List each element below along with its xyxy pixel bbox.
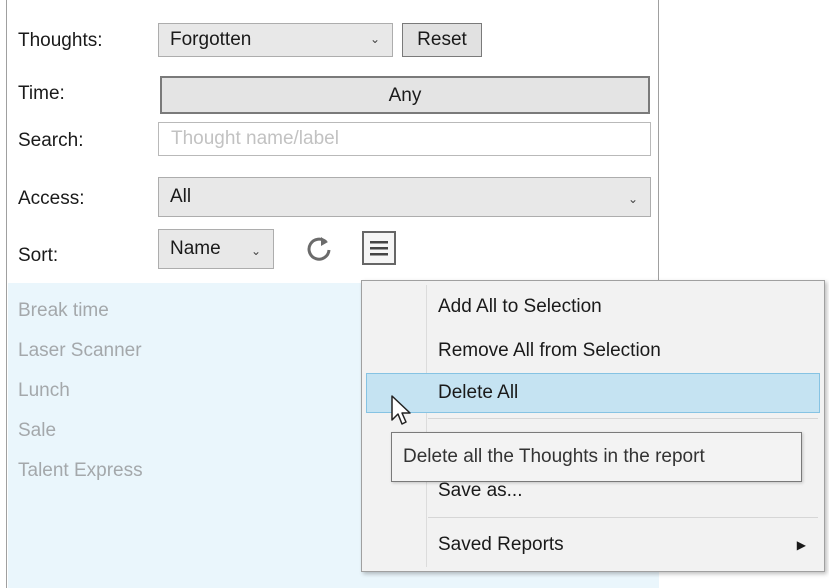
refresh-icon [307, 237, 331, 261]
menu-item-add-all[interactable]: Add All to Selection [366, 287, 820, 327]
refresh-button[interactable] [304, 234, 334, 264]
time-button[interactable]: Any [160, 76, 650, 114]
menu-item-saved-reports[interactable]: Saved Reports ▶ [366, 525, 820, 565]
thoughts-select[interactable]: Forgotten ⌄ [158, 23, 393, 57]
access-label: Access: [18, 188, 85, 209]
context-menu: Add All to Selection Remove All from Sel… [361, 280, 825, 572]
menu-separator [428, 418, 818, 419]
access-select[interactable]: All ⌄ [158, 177, 651, 217]
tooltip: Delete all the Thoughts in the report [391, 432, 802, 482]
reset-button[interactable]: Reset [402, 23, 482, 57]
time-label: Time: [18, 83, 65, 104]
menu-item-remove-all[interactable]: Remove All from Selection [366, 331, 820, 371]
list-item[interactable]: Sale [18, 419, 56, 443]
menu-item-delete-all[interactable]: Delete All [366, 373, 820, 413]
thoughts-label: Thoughts: [18, 30, 103, 51]
chevron-down-icon: ⌄ [627, 192, 638, 206]
search-input[interactable]: Thought name/label [158, 122, 651, 156]
sort-select-value: Name [170, 238, 221, 259]
menu-item-saved-reports-label: Saved Reports [438, 534, 564, 555]
chevron-down-icon: ⌄ [369, 32, 380, 46]
access-select-value: All [170, 186, 192, 207]
list-item[interactable]: Talent Express [18, 459, 143, 483]
search-label: Search: [18, 130, 84, 151]
chevron-down-icon: ⌄ [250, 244, 261, 258]
list-item[interactable]: Break time [18, 299, 109, 323]
list-item[interactable]: Laser Scanner [18, 339, 142, 363]
mouse-cursor-icon [391, 395, 411, 425]
hamburger-icon [370, 241, 388, 256]
thoughts-select-value: Forgotten [170, 29, 252, 50]
submenu-arrow-icon: ▶ [796, 538, 806, 552]
menu-separator [428, 517, 818, 518]
sort-select[interactable]: Name ⌄ [158, 229, 274, 269]
menu-button[interactable] [362, 231, 396, 265]
list-item[interactable]: Lunch [18, 379, 70, 403]
sort-label: Sort: [18, 245, 59, 266]
